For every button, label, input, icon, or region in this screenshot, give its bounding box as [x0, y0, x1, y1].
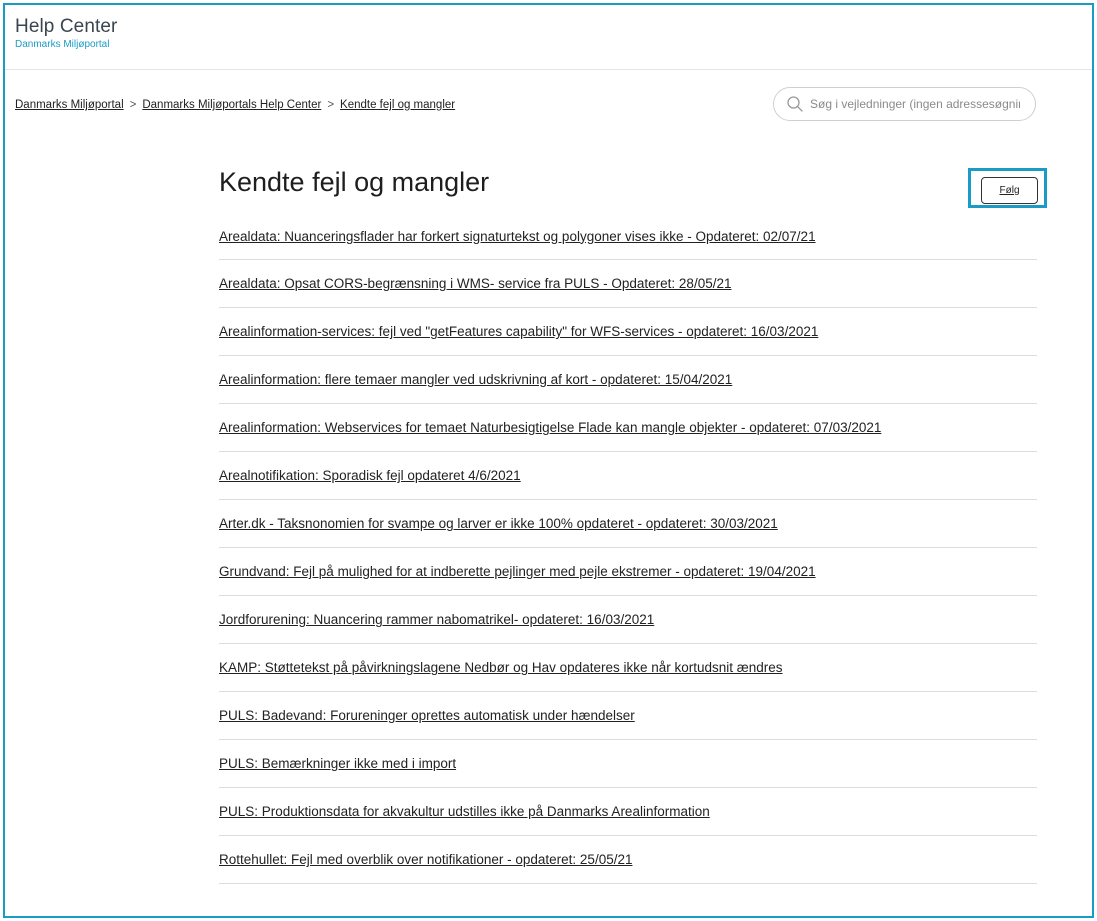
list-item: Rottehullet: Fejl med overblik over noti… — [219, 836, 1037, 884]
article-link[interactable]: Arter.dk - Taksnonomien for svampe og la… — [219, 516, 778, 531]
list-item: Arealinformation: Webservices for temaet… — [219, 404, 1037, 452]
page-title: Kendte fejl og mangler — [219, 167, 490, 197]
list-item: KAMP: Støttetekst på påvirkningslagene N… — [219, 644, 1037, 692]
article-link[interactable]: PULS: Badevand: Forureninger oprettes au… — [219, 708, 635, 723]
breadcrumb-item-help-center[interactable]: Danmarks Miljøportals Help Center — [142, 99, 321, 111]
list-item: Arter.dk - Taksnonomien for svampe og la… — [219, 500, 1037, 548]
article-link[interactable]: Arealinformation: Webservices for temaet… — [219, 420, 881, 435]
search-box[interactable] — [773, 87, 1036, 121]
list-item: PULS: Produktionsdata for akvakultur uds… — [219, 788, 1037, 836]
article-link[interactable]: Rottehullet: Fejl med overblik over noti… — [219, 852, 632, 867]
list-item: PULS: Bemærkninger ikke med i import — [219, 740, 1037, 788]
article-list: Arealdata: Nuanceringsflader har forkert… — [219, 213, 1037, 884]
list-item: Arealnotifikation: Sporadisk fejl opdate… — [219, 452, 1037, 500]
list-item: PULS: Badevand: Forureninger oprettes au… — [219, 692, 1037, 740]
list-item: Arealinformation: flere temaer mangler v… — [219, 356, 1037, 404]
search-icon — [787, 96, 803, 112]
help-center-logo-subtitle: Danmarks Miljøportal — [15, 39, 110, 50]
breadcrumb-item-current[interactable]: Kendte fejl og mangler — [340, 99, 455, 111]
article-link[interactable]: PULS: Bemærkninger ikke med i import — [219, 756, 456, 771]
list-item: Arealdata: Opsat CORS-begrænsning i WMS-… — [219, 260, 1037, 308]
article-link[interactable]: Jordforurening: Nuancering rammer naboma… — [219, 612, 654, 627]
article-link[interactable]: Arealinformation: flere temaer mangler v… — [219, 372, 732, 387]
breadcrumb: Danmarks Miljøportal > Danmarks Miljøpor… — [15, 99, 455, 111]
article-link[interactable]: Grundvand: Fejl på mulighed for at indbe… — [219, 564, 816, 579]
breadcrumb-separator: > — [129, 99, 137, 111]
search-input[interactable] — [810, 97, 1020, 111]
list-item: Jordforurening: Nuancering rammer naboma… — [219, 596, 1037, 644]
list-item: Grundvand: Fejl på mulighed for at indbe… — [219, 548, 1037, 596]
article-link[interactable]: Arealinformation-services: fejl ved "get… — [219, 324, 818, 339]
article-link[interactable]: Arealnotifikation: Sporadisk fejl opdate… — [219, 468, 521, 483]
article-link[interactable]: Arealdata: Opsat CORS-begrænsning i WMS-… — [219, 276, 731, 291]
breadcrumb-separator: > — [327, 99, 335, 111]
article-link[interactable]: PULS: Produktionsdata for akvakultur uds… — [219, 804, 710, 819]
page-frame: Help Center Danmarks Miljøportal Danmark… — [3, 3, 1094, 918]
list-item: Arealdata: Nuanceringsflader har forkert… — [219, 213, 1037, 260]
site-header: Help Center Danmarks Miljøportal — [5, 5, 1092, 70]
help-center-logo-title[interactable]: Help Center — [15, 16, 117, 38]
article-link[interactable]: Arealdata: Nuanceringsflader har forkert… — [219, 229, 816, 244]
article-link[interactable]: KAMP: Støttetekst på påvirkningslagene N… — [219, 660, 783, 675]
list-item: Arealinformation-services: fejl ved "get… — [219, 308, 1037, 356]
follow-button[interactable]: Følg — [981, 177, 1038, 204]
breadcrumb-item-home[interactable]: Danmarks Miljøportal — [15, 99, 124, 111]
